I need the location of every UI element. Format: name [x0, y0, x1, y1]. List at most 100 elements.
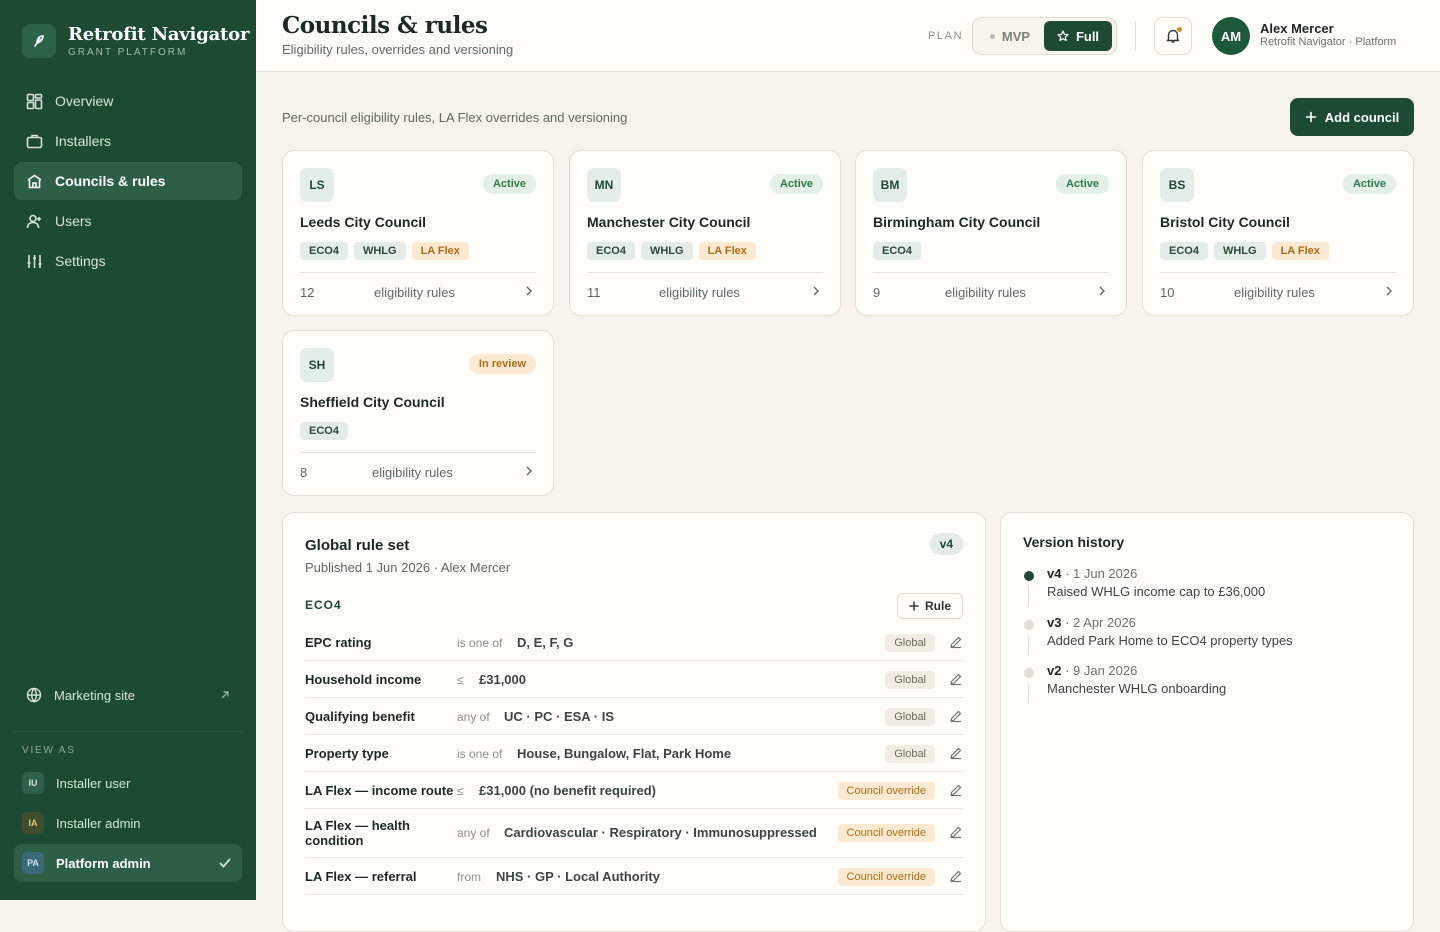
council-initials: BS [1160, 168, 1194, 202]
avatar[interactable]: AM [1212, 17, 1250, 55]
persona-installer-user[interactable]: IU Installer user [14, 764, 242, 802]
rule-value: £31,000 (no benefit required) [479, 783, 656, 798]
status-badge: Active [1055, 174, 1109, 194]
page-subtitle: Eligibility rules, overrides and version… [282, 42, 514, 57]
scope-badge: Global [885, 708, 935, 726]
user-name: Alex Mercer [1260, 21, 1334, 36]
sidebar-item-settings[interactable]: Settings [14, 242, 242, 280]
briefcase-icon [26, 134, 43, 148]
pencil-icon[interactable] [949, 709, 963, 723]
council-initials: MN [587, 168, 621, 202]
card-divider [1160, 272, 1396, 273]
rule-row[interactable]: Qualifying benefit any of UC · PC · ESA … [305, 698, 963, 735]
star-icon [1057, 30, 1069, 42]
page-title: Councils & rules [282, 12, 488, 39]
version-description: Raised WHLG income cap to £36,000 [1047, 584, 1266, 599]
pencil-icon[interactable] [949, 635, 963, 649]
rule-row[interactable]: LA Flex — income route ≤ £31,000 (no ben… [305, 772, 963, 809]
version-badge: v4 [929, 533, 963, 555]
panel-title: Global rule set [305, 537, 410, 554]
rule-count-label: eligibility rules [1234, 285, 1315, 300]
scope-badge: Global [885, 671, 935, 689]
council-card-sheffield[interactable]: SH In review Sheffield City Council ECO4… [282, 330, 554, 496]
marketing-site-link[interactable]: Marketing site [14, 676, 242, 714]
status-badge: Active [769, 174, 823, 194]
rule-name: LA Flex — income route [305, 783, 454, 798]
plus-icon [909, 601, 919, 611]
rule-value: NHS · GP · Local Authority [496, 869, 660, 884]
council-card-manchester[interactable]: MN Active Manchester City Council ECO4 W… [569, 150, 841, 316]
scheme-tag: WHLG [640, 242, 693, 260]
brand-subtitle: GRANT PLATFORM [68, 47, 188, 58]
scheme-tags: ECO4 [873, 242, 921, 260]
version-history-panel: Version history v4 · 1 Jun 2026 Raised W… [1000, 512, 1414, 932]
timeline-line [1028, 683, 1029, 703]
rule-name: EPC rating [305, 635, 372, 650]
chevron-right-icon [526, 466, 532, 476]
status-badge: Active [482, 174, 536, 194]
add-council-button[interactable]: Add council [1290, 98, 1414, 136]
rule-row[interactable]: Household income ≤ £31,000 Global [305, 661, 963, 698]
notifications-button[interactable] [1154, 17, 1192, 55]
pencil-icon[interactable] [949, 825, 963, 839]
persona-platform-admin[interactable]: PA Platform admin [14, 844, 242, 882]
scheme-tag: ECO4 [300, 422, 348, 440]
sidebar-item-installers[interactable]: Installers [14, 122, 242, 160]
rule-value: UC · PC · ESA · IS [504, 709, 615, 724]
chevron-right-icon [1099, 286, 1105, 296]
version-number: v4 [1047, 566, 1062, 581]
chevron-right-icon [526, 286, 532, 296]
brand[interactable]: Retrofit Navigator GRANT PLATFORM [22, 24, 249, 58]
chevron-right-icon [813, 286, 819, 296]
rule-row[interactable]: Property type is one of House, Bungalow,… [305, 735, 963, 772]
sidebar-item-users[interactable]: Users [14, 202, 242, 240]
card-divider [873, 272, 1109, 273]
published-info: Published 1 Jun 2026 · Alex Mercer [305, 560, 511, 575]
pencil-icon[interactable] [949, 783, 963, 797]
persona-label: Platform admin [56, 855, 151, 871]
council-initials: LS [300, 168, 334, 202]
pencil-icon[interactable] [949, 746, 963, 760]
rule-operator: is one of [457, 636, 503, 650]
user-plus-icon [26, 214, 41, 228]
rule-count-label: eligibility rules [945, 285, 1026, 300]
rule-name: Household income [305, 672, 422, 687]
scheme-tag: LA Flex [411, 242, 469, 260]
sidebar-divider [14, 731, 242, 732]
rule-operator: ≤ [457, 673, 464, 687]
rule-operator: any of [457, 710, 490, 724]
plan-option-label: Full [1075, 28, 1100, 44]
version-number: v2 [1047, 663, 1062, 678]
plan-option-full[interactable]: Full [1044, 21, 1112, 51]
sidebar-nav: Overview Installers Councils & rules Use… [14, 82, 242, 282]
sidebar-item-councils-rules[interactable]: Councils & rules [14, 162, 242, 200]
rule-operator: ≤ [457, 784, 464, 798]
rule-row[interactable]: EPC rating is one of D, E, F, G Global [305, 624, 963, 661]
council-card-birmingham[interactable]: BM Active Birmingham City Council ECO4 9… [855, 150, 1127, 316]
add-rule-button[interactable]: Rule [897, 593, 963, 619]
rule-count: 10 [1160, 285, 1175, 300]
council-card-leeds[interactable]: LS Active Leeds City Council ECO4 WHLG L… [282, 150, 554, 316]
council-card-bristol[interactable]: BS Active Bristol City Council ECO4 WHLG… [1142, 150, 1414, 316]
persona-label: Installer user [56, 775, 131, 791]
persona-badge: PA [22, 852, 44, 874]
scheme-tag: WHLG [353, 242, 406, 260]
sidebar-item-overview[interactable]: Overview [14, 82, 242, 120]
rule-count-label: eligibility rules [659, 285, 740, 300]
card-divider [300, 272, 536, 273]
pencil-icon[interactable] [949, 672, 963, 686]
page-intro: Per-council eligibility rules, LA Flex o… [282, 110, 628, 125]
version-date: · 1 Jun 2026 [1061, 566, 1138, 581]
persona-installer-admin[interactable]: IA Installer admin [14, 804, 242, 842]
timeline-dot [1024, 620, 1034, 630]
scheme-tags: ECO4 WHLG LA Flex [587, 242, 756, 260]
rule-row[interactable]: LA Flex — health condition any of Cardio… [305, 809, 963, 858]
rule-count: 12 [300, 285, 315, 300]
leaf-logo-icon [22, 24, 56, 58]
globe-icon [26, 687, 42, 703]
scheme-tag: LA Flex [698, 242, 756, 260]
plan-option-mvp[interactable]: MVP [976, 21, 1044, 51]
rule-row[interactable]: LA Flex — referral from NHS · GP · Local… [305, 858, 963, 895]
scheme-tags: ECO4 WHLG LA Flex [300, 242, 469, 260]
pencil-icon[interactable] [949, 869, 963, 883]
